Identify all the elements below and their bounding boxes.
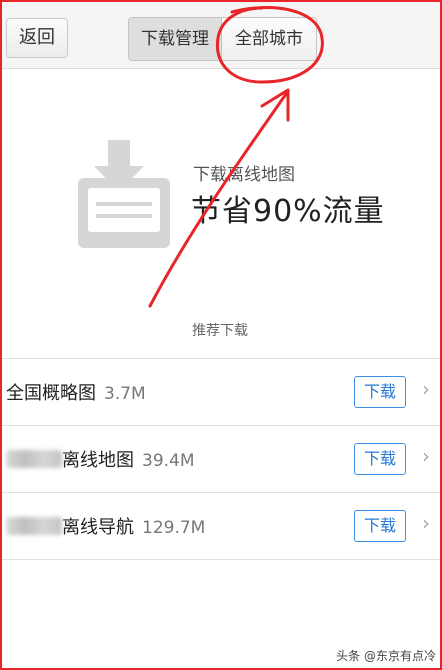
download-tray-icon bbox=[78, 140, 170, 248]
list-item-size: 3.7M bbox=[104, 384, 146, 404]
list-item-label: 离线导航 129.7M bbox=[62, 517, 206, 538]
recommend-title: 推荐下载 bbox=[192, 323, 248, 339]
annotation-arrow-head bbox=[260, 88, 290, 122]
tab-download-manager[interactable]: 下载管理 bbox=[129, 18, 221, 60]
hero-headline: 节省90%流量 bbox=[191, 194, 385, 229]
tab-all-cities[interactable]: 全部城市 bbox=[221, 18, 316, 60]
list-item-size: 129.7M bbox=[142, 518, 206, 538]
list-item-size: 39.4M bbox=[142, 451, 195, 471]
recommend-list: 全国概略图 3.7M 下载 › 离线地图 39.4M 下载 › 离线导航 129.7M… bbox=[2, 358, 440, 560]
download-button[interactable]: 下载 bbox=[354, 510, 406, 542]
tab-switcher: 下载管理 全部城市 bbox=[128, 17, 317, 61]
list-item-label: 全国概略图 3.7M bbox=[6, 383, 146, 404]
list-item-label: 离线地图 39.4M bbox=[62, 450, 195, 471]
back-button[interactable]: 返回 bbox=[6, 18, 68, 58]
chevron-right-icon[interactable]: › bbox=[422, 511, 430, 535]
list-item[interactable]: 离线地图 39.4M 下载 › bbox=[2, 425, 440, 492]
chevron-right-icon[interactable]: › bbox=[422, 377, 430, 401]
blurred-region-name bbox=[6, 450, 62, 468]
download-button[interactable]: 下载 bbox=[354, 443, 406, 475]
watermark: 头条 @东京有点冷 bbox=[336, 649, 436, 663]
list-item[interactable]: 离线导航 129.7M 下载 › bbox=[2, 492, 440, 560]
top-bar: 返回 下载管理 全部城市 bbox=[2, 2, 440, 69]
download-button[interactable]: 下载 bbox=[354, 376, 406, 408]
blurred-region-name bbox=[6, 517, 62, 535]
chevron-right-icon[interactable]: › bbox=[422, 444, 430, 468]
hero-subtitle: 下载离线地图 bbox=[193, 165, 295, 185]
list-item[interactable]: 全国概略图 3.7M 下载 › bbox=[2, 358, 440, 425]
